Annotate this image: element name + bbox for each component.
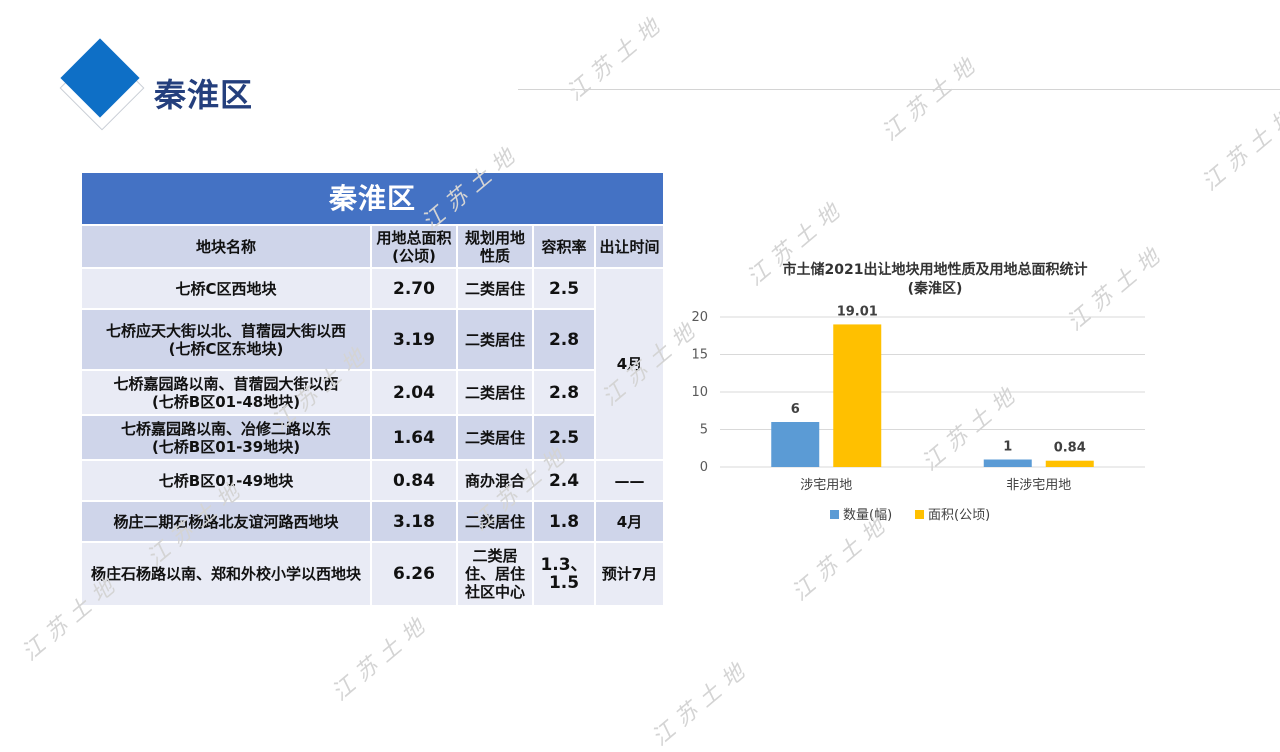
- y-tick-label: 5: [700, 423, 708, 438]
- cell-land-use: 二类居住、居住社区中心: [456, 541, 534, 607]
- cell-land-use: 二类居住: [456, 267, 534, 310]
- table-row: 七桥B区01-49地块 0.84 商办混合 2.4 ——: [80, 459, 666, 502]
- legend-swatch: [915, 510, 924, 519]
- chart-title: 市土储2021出让地块用地性质及用地总面积统计: [783, 261, 1088, 278]
- x-category-label: 非涉宅用地: [1006, 478, 1071, 493]
- header-divider: [518, 89, 1280, 90]
- cell-parcel-name: 杨庄石杨路以南、郑和外校小学以西地块: [80, 541, 372, 607]
- data-label: 6: [791, 402, 800, 417]
- header-cell-name: 地块名称: [80, 224, 372, 269]
- y-tick-label: 15: [691, 348, 708, 363]
- bar-count-0: [771, 422, 820, 467]
- y-tick-label: 10: [691, 385, 708, 400]
- y-tick-label: 0: [700, 460, 708, 475]
- table-row: 七桥嘉园路以南、冶修二路以东 (七桥B区01-39地块) 1.64 二类居住 2.5: [80, 414, 664, 461]
- cell-transfer-time: ——: [593, 459, 666, 502]
- cell-transfer-time: 4月: [593, 500, 666, 543]
- header-cell-use: 规划用地性质: [456, 224, 534, 269]
- cell-area: 2.04: [370, 369, 458, 416]
- cell-far: 2.8: [532, 308, 596, 371]
- header-diamond-icon: [60, 38, 140, 118]
- data-label: 1: [1003, 440, 1012, 455]
- watermark-text: 江苏土地: [17, 569, 126, 667]
- legend-label[interactable]: 面积(公顷): [928, 508, 990, 523]
- data-label: 19.01: [837, 304, 878, 319]
- header-cell-area: 用地总面积(公顷): [370, 224, 458, 269]
- cell-area: 2.70: [370, 267, 458, 310]
- legend-swatch: [830, 510, 839, 519]
- table-row: 七桥C区西地块 2.70 二类居住 2.5 4月: [80, 267, 666, 461]
- page-title: 秦淮区: [154, 76, 254, 114]
- chart-legend[interactable]: 数量(幅) 面积(公顷): [830, 508, 990, 523]
- cell-parcel-name: 七桥C区西地块: [80, 267, 372, 310]
- chart-subtitle: (秦淮区): [908, 280, 963, 297]
- table-row: 七桥嘉园路以南、苜蓿园大街以西 (七桥B区01-48地块) 2.04 二类居住 2.8: [80, 369, 664, 416]
- cell-area: 1.64: [370, 414, 458, 461]
- cell-far: 2.8: [532, 369, 596, 416]
- cell-far: 1.3、 1.5: [532, 541, 596, 607]
- bar-area-1: [1045, 460, 1094, 467]
- cell-area: 6.26: [370, 541, 458, 607]
- cell-land-use: 二类居住: [456, 414, 534, 461]
- bar-area-0: [833, 324, 882, 467]
- watermark-text: 江苏土地: [1197, 99, 1280, 197]
- cell-area: 0.84: [370, 459, 458, 502]
- watermark-text: 江苏土地: [647, 654, 756, 752]
- watermark-text: 江苏土地: [877, 49, 986, 147]
- bar-count-1: [983, 459, 1032, 467]
- watermark-text: 江苏土地: [562, 9, 671, 107]
- data-label: 0.84: [1054, 441, 1086, 456]
- table-banner: 秦淮区: [79, 171, 666, 226]
- header-cell-far: 容积率: [532, 224, 596, 269]
- cell-far: 2.5: [532, 267, 596, 310]
- header-cell-time: 出让时间: [593, 224, 666, 269]
- cell-land-use: 二类居住: [456, 369, 534, 416]
- watermark-text: 江苏土地: [327, 609, 436, 707]
- cell-transfer-time: 预计7月: [593, 541, 666, 607]
- cell-area: 3.19: [370, 308, 458, 371]
- cell-far: 1.8: [532, 500, 596, 543]
- cell-parcel-name: 七桥嘉园路以南、冶修二路以东 (七桥B区01-39地块): [80, 414, 372, 461]
- cell-area: 3.18: [370, 500, 458, 543]
- cell-land-use: 二类居住: [456, 308, 534, 371]
- x-category-label: 涉宅用地: [800, 478, 852, 493]
- chart-x-axis: 涉宅用地 非涉宅用地: [800, 478, 1071, 493]
